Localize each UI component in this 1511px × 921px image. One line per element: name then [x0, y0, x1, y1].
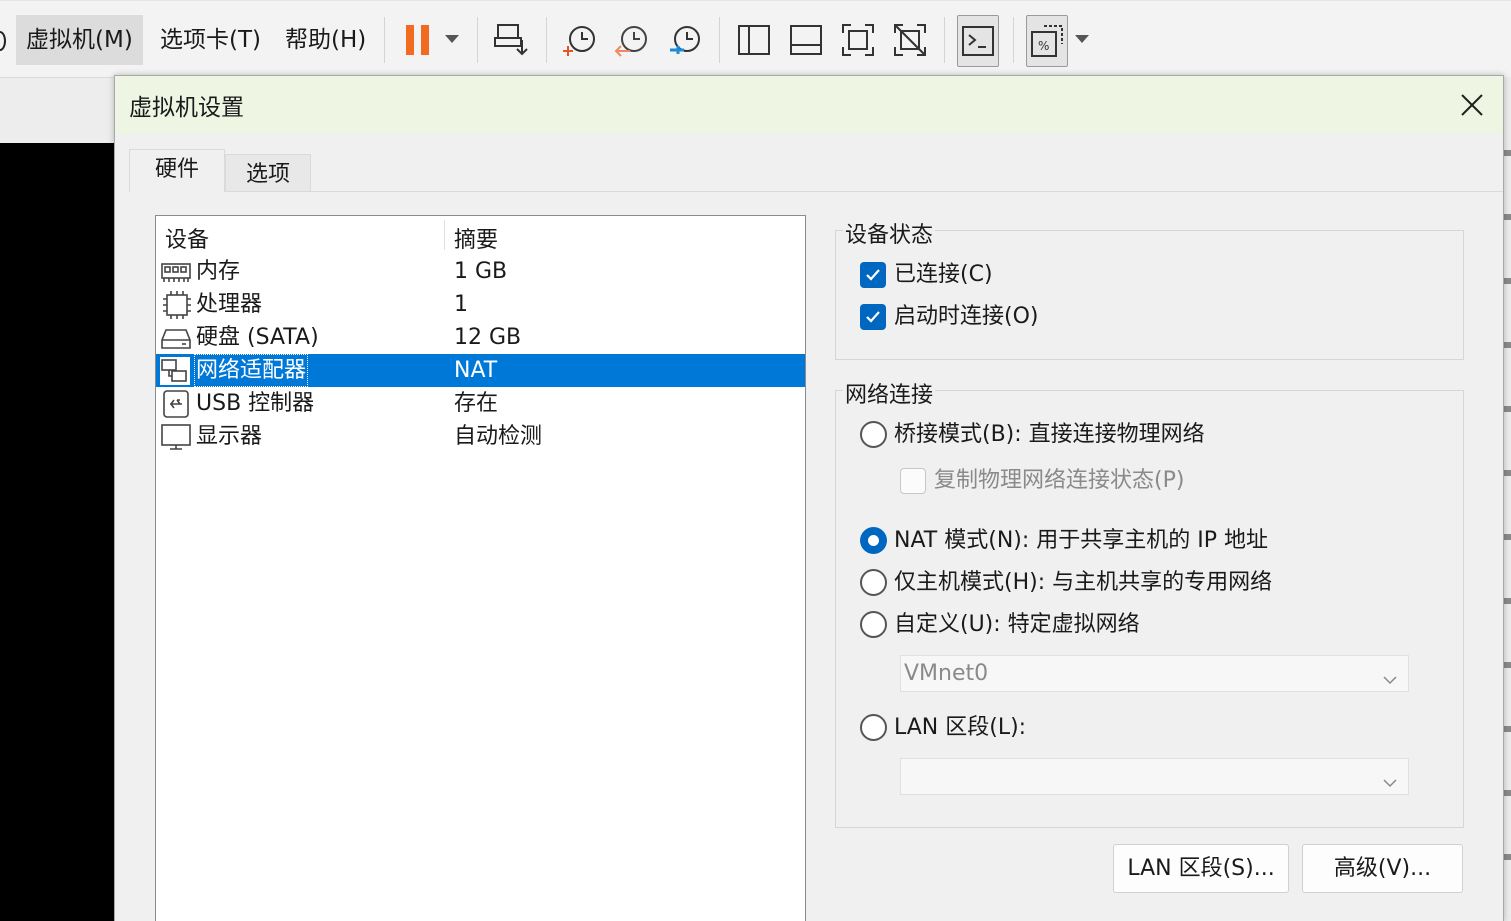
- chevron-down-icon: [1382, 664, 1398, 699]
- lan-segment-select[interactable]: [900, 758, 1409, 795]
- toolbar-divider: [719, 17, 720, 63]
- column-header-device[interactable]: 设备: [165, 222, 209, 254]
- device-summary: 存在: [454, 391, 499, 416]
- custom-network-value: VMnet0: [904, 661, 989, 686]
- dialog-title: 虚拟机设置: [129, 95, 244, 121]
- tab-hardware[interactable]: 硬件: [129, 149, 225, 192]
- device-summary: NAT: [454, 358, 498, 383]
- column-header-summary[interactable]: 摘要: [454, 222, 498, 254]
- radio-off-icon[interactable]: [860, 611, 887, 638]
- dialog-titlebar: 虚拟机设置: [115, 76, 1503, 134]
- lan-segment-label: LAN 区段(L):: [894, 715, 1027, 740]
- thumbnail-bar-icon[interactable]: [786, 19, 826, 61]
- network-adapter-icon: [160, 357, 190, 385]
- checkbox-checked-icon[interactable]: [860, 304, 886, 330]
- svg-text:%: %: [1038, 39, 1049, 53]
- device-row-hard-disk[interactable]: 硬盘 (SATA) 12 GB: [156, 321, 805, 354]
- snapshot-manager-icon[interactable]: [665, 19, 705, 61]
- stretch-dropdown-icon[interactable]: [1075, 35, 1089, 43]
- menu-help[interactable]: 帮助(H): [275, 15, 376, 65]
- connected-label: 已连接(C): [894, 262, 993, 287]
- radio-on-icon[interactable]: [860, 527, 887, 554]
- vm-settings-dialog: 虚拟机设置 硬件 选项 设备 摘要 内存 1 GB 处理器 1 硬盘 (SATA…: [114, 75, 1504, 921]
- take-snapshot-icon[interactable]: [560, 19, 600, 61]
- replicate-state-label: 复制物理网络连接状态(P): [934, 468, 1185, 493]
- console-view-icon[interactable]: [957, 15, 999, 67]
- close-icon[interactable]: [1455, 88, 1489, 122]
- chevron-down-icon: [1382, 767, 1398, 802]
- memory-icon: [160, 258, 192, 286]
- custom-network-select[interactable]: VMnet0: [900, 655, 1409, 692]
- vm-console-background: [0, 143, 116, 921]
- radio-off-icon[interactable]: [860, 421, 887, 448]
- device-status-group: [835, 230, 1464, 360]
- device-name: USB 控制器: [196, 391, 315, 416]
- device-summary: 1 GB: [454, 259, 508, 284]
- radio-off-icon[interactable]: [860, 714, 887, 741]
- advanced-button[interactable]: 高级(V)...: [1302, 844, 1463, 893]
- pause-icon[interactable]: [398, 19, 438, 61]
- device-name: 网络适配器: [194, 354, 309, 387]
- lan-segments-button[interactable]: LAN 区段(S)...: [1113, 844, 1289, 893]
- device-name: 显示器: [196, 424, 263, 449]
- hard-disk-icon: [160, 324, 192, 352]
- device-list[interactable]: 设备 摘要 内存 1 GB 处理器 1 硬盘 (SATA) 12 GB 网络适配…: [155, 215, 806, 921]
- device-summary: 1: [454, 292, 468, 317]
- stretch-view-icon[interactable]: %: [1026, 15, 1068, 67]
- toolbar-divider: [546, 17, 547, 63]
- display-icon: [160, 423, 192, 451]
- radio-off-icon[interactable]: [860, 569, 887, 596]
- device-status-title: 设备状态: [843, 217, 936, 249]
- toolbar-divider: [477, 17, 478, 63]
- device-name: 硬盘 (SATA): [196, 325, 319, 350]
- checkbox-checked-icon[interactable]: [860, 262, 886, 288]
- device-name: 内存: [196, 259, 241, 284]
- pause-dropdown-icon[interactable]: [445, 35, 459, 43]
- list-header: 设备 摘要: [156, 216, 805, 255]
- send-ctrl-alt-del-icon[interactable]: [492, 19, 532, 61]
- device-row-usb[interactable]: USB 控制器 存在: [156, 387, 805, 420]
- processor-icon: [160, 291, 192, 319]
- custom-label: 自定义(U): 特定虚拟网络: [894, 612, 1140, 637]
- unity-icon[interactable]: [890, 19, 930, 61]
- toolbar-divider: [1013, 17, 1014, 63]
- device-row-display[interactable]: 显示器 自动检测: [156, 420, 805, 453]
- device-row-processor[interactable]: 处理器 1: [156, 288, 805, 321]
- menu-vm[interactable]: 虚拟机(M): [16, 15, 143, 65]
- menu-tabs[interactable]: 选项卡(T): [150, 15, 271, 65]
- show-library-icon[interactable]: [734, 19, 774, 61]
- device-summary: 12 GB: [454, 325, 522, 350]
- full-screen-icon[interactable]: [838, 19, 878, 61]
- device-name: 处理器: [196, 292, 263, 317]
- partial-icon: [0, 31, 6, 51]
- column-divider[interactable]: [444, 220, 445, 250]
- tab-options[interactable]: 选项: [225, 154, 311, 192]
- network-connection-title: 网络连接: [843, 377, 936, 409]
- revert-snapshot-icon[interactable]: [612, 19, 652, 61]
- device-row-network-adapter[interactable]: 网络适配器 NAT: [156, 354, 805, 387]
- device-row-memory[interactable]: 内存 1 GB: [156, 255, 805, 288]
- connect-at-power-on-label: 启动时连接(O): [894, 304, 1039, 329]
- background-right-marks: [1503, 150, 1511, 890]
- checkbox-unchecked-icon[interactable]: [900, 468, 926, 494]
- toolbar-divider: [944, 17, 945, 63]
- nat-label: NAT 模式(N): 用于共享主机的 IP 地址: [894, 528, 1269, 553]
- host-only-label: 仅主机模式(H): 与主机共享的专用网络: [894, 570, 1273, 595]
- vm-toolbar: 虚拟机(M) 选项卡(T) 帮助(H) %: [0, 0, 1511, 77]
- device-summary: 自动检测: [454, 424, 543, 449]
- bridged-label: 桥接模式(B): 直接连接物理网络: [894, 422, 1205, 447]
- toolbar-divider: [384, 17, 385, 63]
- background-tab-strip: [0, 77, 116, 143]
- usb-icon: [160, 390, 192, 418]
